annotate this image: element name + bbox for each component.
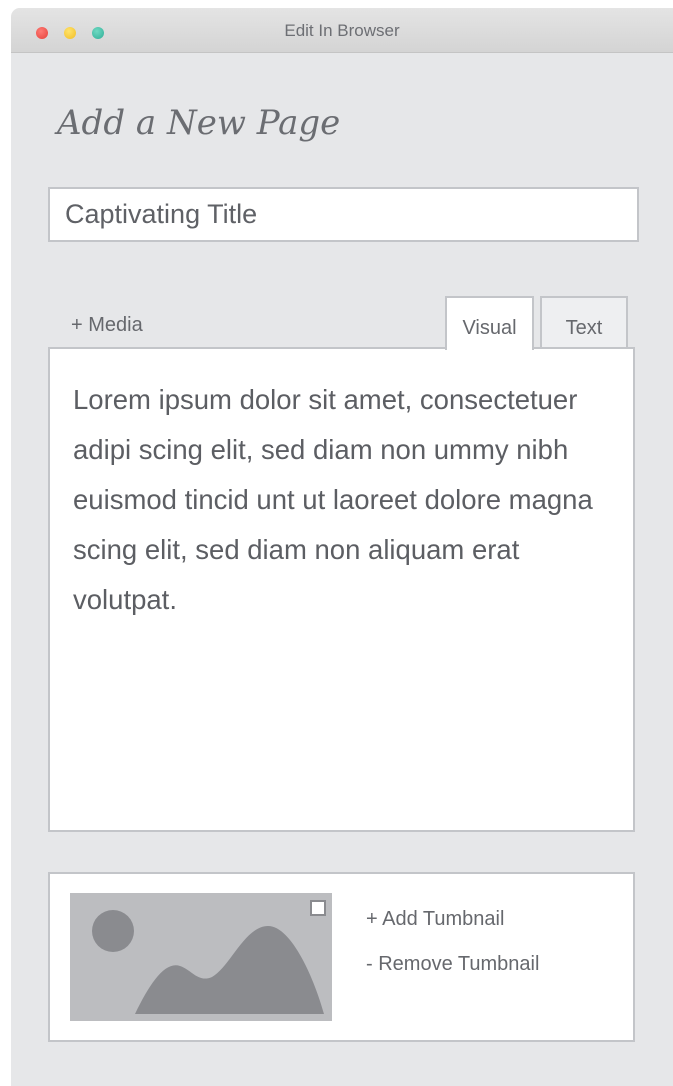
title-bar: Edit In Browser bbox=[11, 8, 673, 53]
content-editor[interactable]: Lorem ipsum dolor sit amet, consectetuer… bbox=[48, 347, 635, 832]
thumbnail-checkbox[interactable] bbox=[310, 900, 326, 916]
mountain-icon bbox=[135, 926, 324, 1014]
add-thumbnail-link[interactable]: + Add Tumbnail bbox=[366, 908, 504, 931]
tab-visual[interactable]: Visual bbox=[445, 296, 534, 350]
sun-icon bbox=[92, 910, 134, 952]
page-title: Add a New Page bbox=[57, 103, 341, 143]
window-title: Edit In Browser bbox=[284, 21, 400, 40]
post-title-input[interactable] bbox=[48, 187, 639, 242]
image-placeholder-icon bbox=[70, 893, 332, 1021]
browser-window: Edit In Browser Add a New Page + Media V… bbox=[11, 8, 673, 1086]
add-media-button[interactable]: + Media bbox=[71, 314, 143, 337]
remove-thumbnail-link[interactable]: - Remove Tumbnail bbox=[366, 953, 539, 976]
tab-text[interactable]: Text bbox=[540, 296, 628, 347]
editor-body-text[interactable]: Lorem ipsum dolor sit amet, consectetuer… bbox=[73, 375, 618, 625]
thumbnail-panel: + Add Tumbnail - Remove Tumbnail bbox=[48, 872, 635, 1042]
image-placeholder-graphic bbox=[92, 910, 324, 1014]
